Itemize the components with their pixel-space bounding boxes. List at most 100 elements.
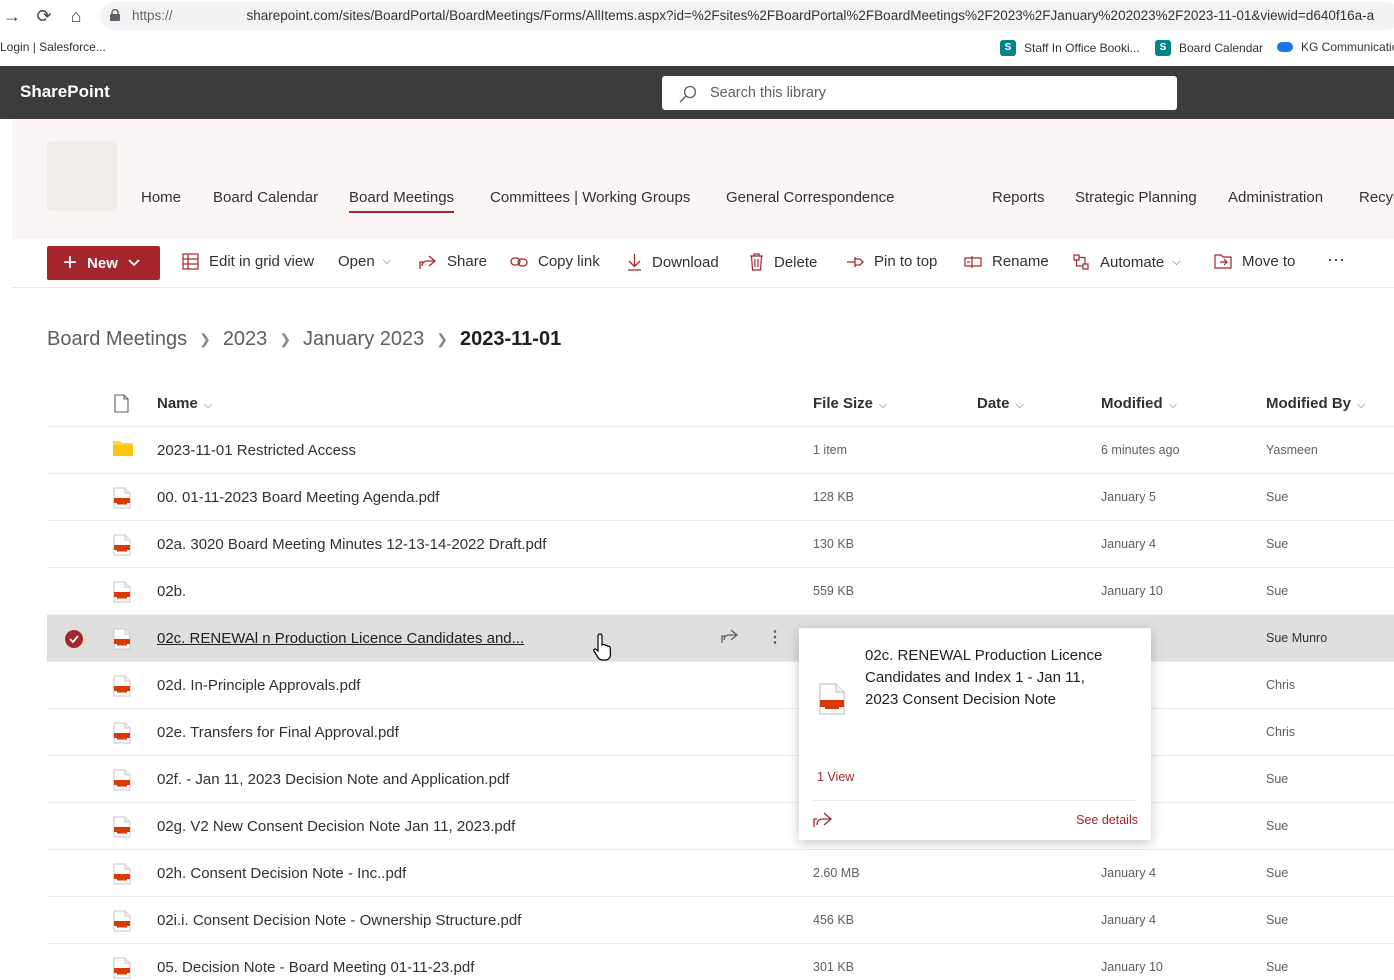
pin-to-top-button[interactable]: Pin to top <box>846 253 937 270</box>
move-to-button[interactable]: Move to <box>1214 253 1295 270</box>
more-commands-button[interactable]: ··· <box>1327 249 1345 270</box>
selected-check-icon[interactable] <box>65 630 83 648</box>
list-row[interactable]: 2023-11-01 Restricted Access 1 item 6 minu… <box>47 427 1394 474</box>
file-hover-card: 02c. RENEWAL Production Licence Candidat… <box>799 628 1151 840</box>
breadcrumb-2023[interactable]: 2023 <box>223 328 268 351</box>
nav-recycle-bin[interactable]: Recyc <box>1359 189 1394 206</box>
pdf-file-icon <box>113 487 131 514</box>
file-name[interactable]: 00. 01-11-2023 Board Meeting Agenda.pdf <box>157 489 439 506</box>
file-name[interactable]: 02f. - Jan 11, 2023 Decision Note and Ap… <box>157 771 509 788</box>
column-name[interactable]: Name ⌵ <box>157 395 212 412</box>
nav-general-correspondence[interactable]: General Correspondence <box>726 189 894 206</box>
modified-date: January 10 <box>1101 584 1163 598</box>
automate-icon <box>1073 254 1089 270</box>
list-row[interactable]: 02h. Consent Decision Note - Inc..pdf 2.6… <box>47 850 1394 897</box>
share-icon[interactable] <box>721 628 739 649</box>
bookmark-board-calendar[interactable]: S Board Calendar <box>1155 40 1263 56</box>
list-row[interactable]: 02d. In-Principle Approvals.pdf4Chris <box>47 662 1394 709</box>
download-button[interactable]: Download <box>627 253 719 271</box>
bookmark-kg-communications[interactable]: KG Communicatic <box>1277 40 1394 54</box>
modified-by[interactable]: Chris <box>1266 725 1295 739</box>
open-button[interactable]: Open ⌵ <box>338 253 391 270</box>
hover-card-views[interactable]: 1 View <box>817 770 854 784</box>
bookmark-staff-office[interactable]: S Staff In Office Booki... <box>1000 40 1140 56</box>
list-row[interactable]: 02c. RENEWAl n Production Licence Candid… <box>47 615 1394 662</box>
nav-reports[interactable]: Reports <box>992 189 1045 206</box>
edit-grid-button[interactable]: Edit in grid view <box>182 253 314 270</box>
delete-button[interactable]: Delete <box>749 253 817 271</box>
hover-card-title[interactable]: 02c. RENEWAL Production Licence Candidat… <box>865 645 1105 711</box>
file-name[interactable]: 2023-11-01 Restricted Access <box>157 442 356 459</box>
list-row[interactable]: 02i.i. Consent Decision Note - Ownership… <box>47 897 1394 944</box>
copy-link-button[interactable]: Copy link <box>510 253 600 270</box>
modified-by[interactable]: Sue <box>1266 537 1288 551</box>
list-row[interactable]: 02b. 559 KB January 10 Sue <box>47 568 1394 615</box>
rename-button[interactable]: Rename <box>964 253 1049 270</box>
file-name[interactable]: 02g. V2 New Consent Decision Note Jan 11… <box>157 818 515 835</box>
file-size: 130 KB <box>813 537 855 551</box>
automate-button[interactable]: Automate ⌵ <box>1072 253 1181 271</box>
file-name[interactable]: 02a. 3020 Board Meeting Minutes 12-13-14… <box>157 536 546 553</box>
file-name[interactable]: 02e. Transfers for Final Approval.pdf <box>157 724 399 741</box>
list-row[interactable]: 02f. - Jan 11, 2023 Decision Note and Ap… <box>47 756 1394 803</box>
breadcrumb-board-meetings[interactable]: Board Meetings <box>47 328 187 351</box>
modified-by[interactable]: Sue <box>1266 913 1288 927</box>
modified-by[interactable]: Sue <box>1266 584 1288 598</box>
column-file-size[interactable]: File Size ⌵ <box>813 395 887 412</box>
chevron-right-icon: ❯ <box>199 331 211 347</box>
list-row[interactable]: 05. Decision Note - Board Meeting 01-11-… <box>47 944 1394 980</box>
new-button[interactable]: + New <box>47 246 160 280</box>
modified-by[interactable]: Chris <box>1266 678 1295 692</box>
nav-home[interactable]: Home <box>141 189 181 206</box>
column-modified[interactable]: Modified ⌵ <box>1101 395 1177 412</box>
nav-strategic-planning[interactable]: Strategic Planning <box>1075 189 1197 206</box>
more-vertical-icon[interactable]: ⋮ <box>767 627 783 647</box>
home-icon[interactable]: ⌂ <box>66 6 86 27</box>
search-box[interactable]: Search this library <box>662 76 1177 110</box>
file-name[interactable]: 02h. Consent Decision Note - Inc..pdf <box>157 865 406 882</box>
reload-icon[interactable]: ⟳ <box>34 6 54 27</box>
nav-board-calendar[interactable]: Board Calendar <box>213 189 318 206</box>
sharepoint-brand[interactable]: SharePoint <box>20 82 110 102</box>
share-button[interactable]: Share <box>419 253 487 270</box>
bookmark-salesforce[interactable]: Login | Salesforce... <box>0 40 106 54</box>
modified-by[interactable]: Sue <box>1266 819 1288 833</box>
share-icon[interactable] <box>813 810 833 828</box>
nav-board-meetings[interactable]: Board Meetings <box>349 189 455 213</box>
sharepoint-icon: S <box>1000 40 1016 56</box>
nav-administration[interactable]: Administration <box>1228 189 1323 206</box>
list-row[interactable]: 02g. V2 New Consent Decision Note Jan 11… <box>47 803 1394 850</box>
modified-by[interactable]: Sue <box>1266 772 1288 786</box>
chevron-down-icon: ⌵ <box>382 255 392 267</box>
file-name[interactable]: 02d. In-Principle Approvals.pdf <box>157 677 360 694</box>
forward-icon[interactable]: → <box>2 6 22 27</box>
breadcrumb-january-2023[interactable]: January 2023 <box>303 328 424 351</box>
file-name[interactable]: 02c. RENEWAl n Production Licence Candid… <box>157 630 524 647</box>
link-icon <box>510 256 528 267</box>
url-field[interactable]: https:// sharepoint.com/sites/BoardPortal… <box>100 2 1394 30</box>
modified-by[interactable]: Sue <box>1266 866 1288 880</box>
column-modified-by[interactable]: Modified By ⌵ <box>1266 395 1365 412</box>
file-type-icon[interactable] <box>114 394 129 413</box>
pdf-file-icon <box>819 683 845 715</box>
file-name[interactable]: 05. Decision Note - Board Meeting 01-11-… <box>157 959 474 976</box>
column-date[interactable]: Date ⌵ <box>977 395 1024 412</box>
command-bar: + New Edit in grid view Open ⌵ Share Copy… <box>12 239 1394 288</box>
list-row[interactable]: 02a. 3020 Board Meeting Minutes 12-13-14… <box>47 521 1394 568</box>
pdf-file-icon <box>113 769 131 796</box>
nav-committees[interactable]: Committees | Working Groups <box>490 189 690 206</box>
pdf-file-icon <box>113 816 131 843</box>
file-name[interactable]: 02b. <box>157 583 186 600</box>
onedrive-cloud-icon <box>1277 42 1293 52</box>
chevron-down-icon: ⌵ <box>1015 399 1024 411</box>
modified-by[interactable]: Yasmeen <box>1266 443 1318 457</box>
list-row[interactable]: 00. 01-11-2023 Board Meeting Agenda.pdf 1… <box>47 474 1394 521</box>
modified-by[interactable]: Sue Munro <box>1266 631 1327 645</box>
file-name[interactable]: 02i.i. Consent Decision Note - Ownership… <box>157 912 521 929</box>
see-details-link[interactable]: See details <box>1076 813 1138 827</box>
modified-by[interactable]: Sue <box>1266 960 1288 974</box>
list-row[interactable]: 02e. Transfers for Final Approval.pdf4Ch… <box>47 709 1394 756</box>
chevron-down-icon: ⌵ <box>203 399 213 411</box>
file-size: 559 KB <box>813 584 855 598</box>
modified-by[interactable]: Sue <box>1266 490 1288 504</box>
